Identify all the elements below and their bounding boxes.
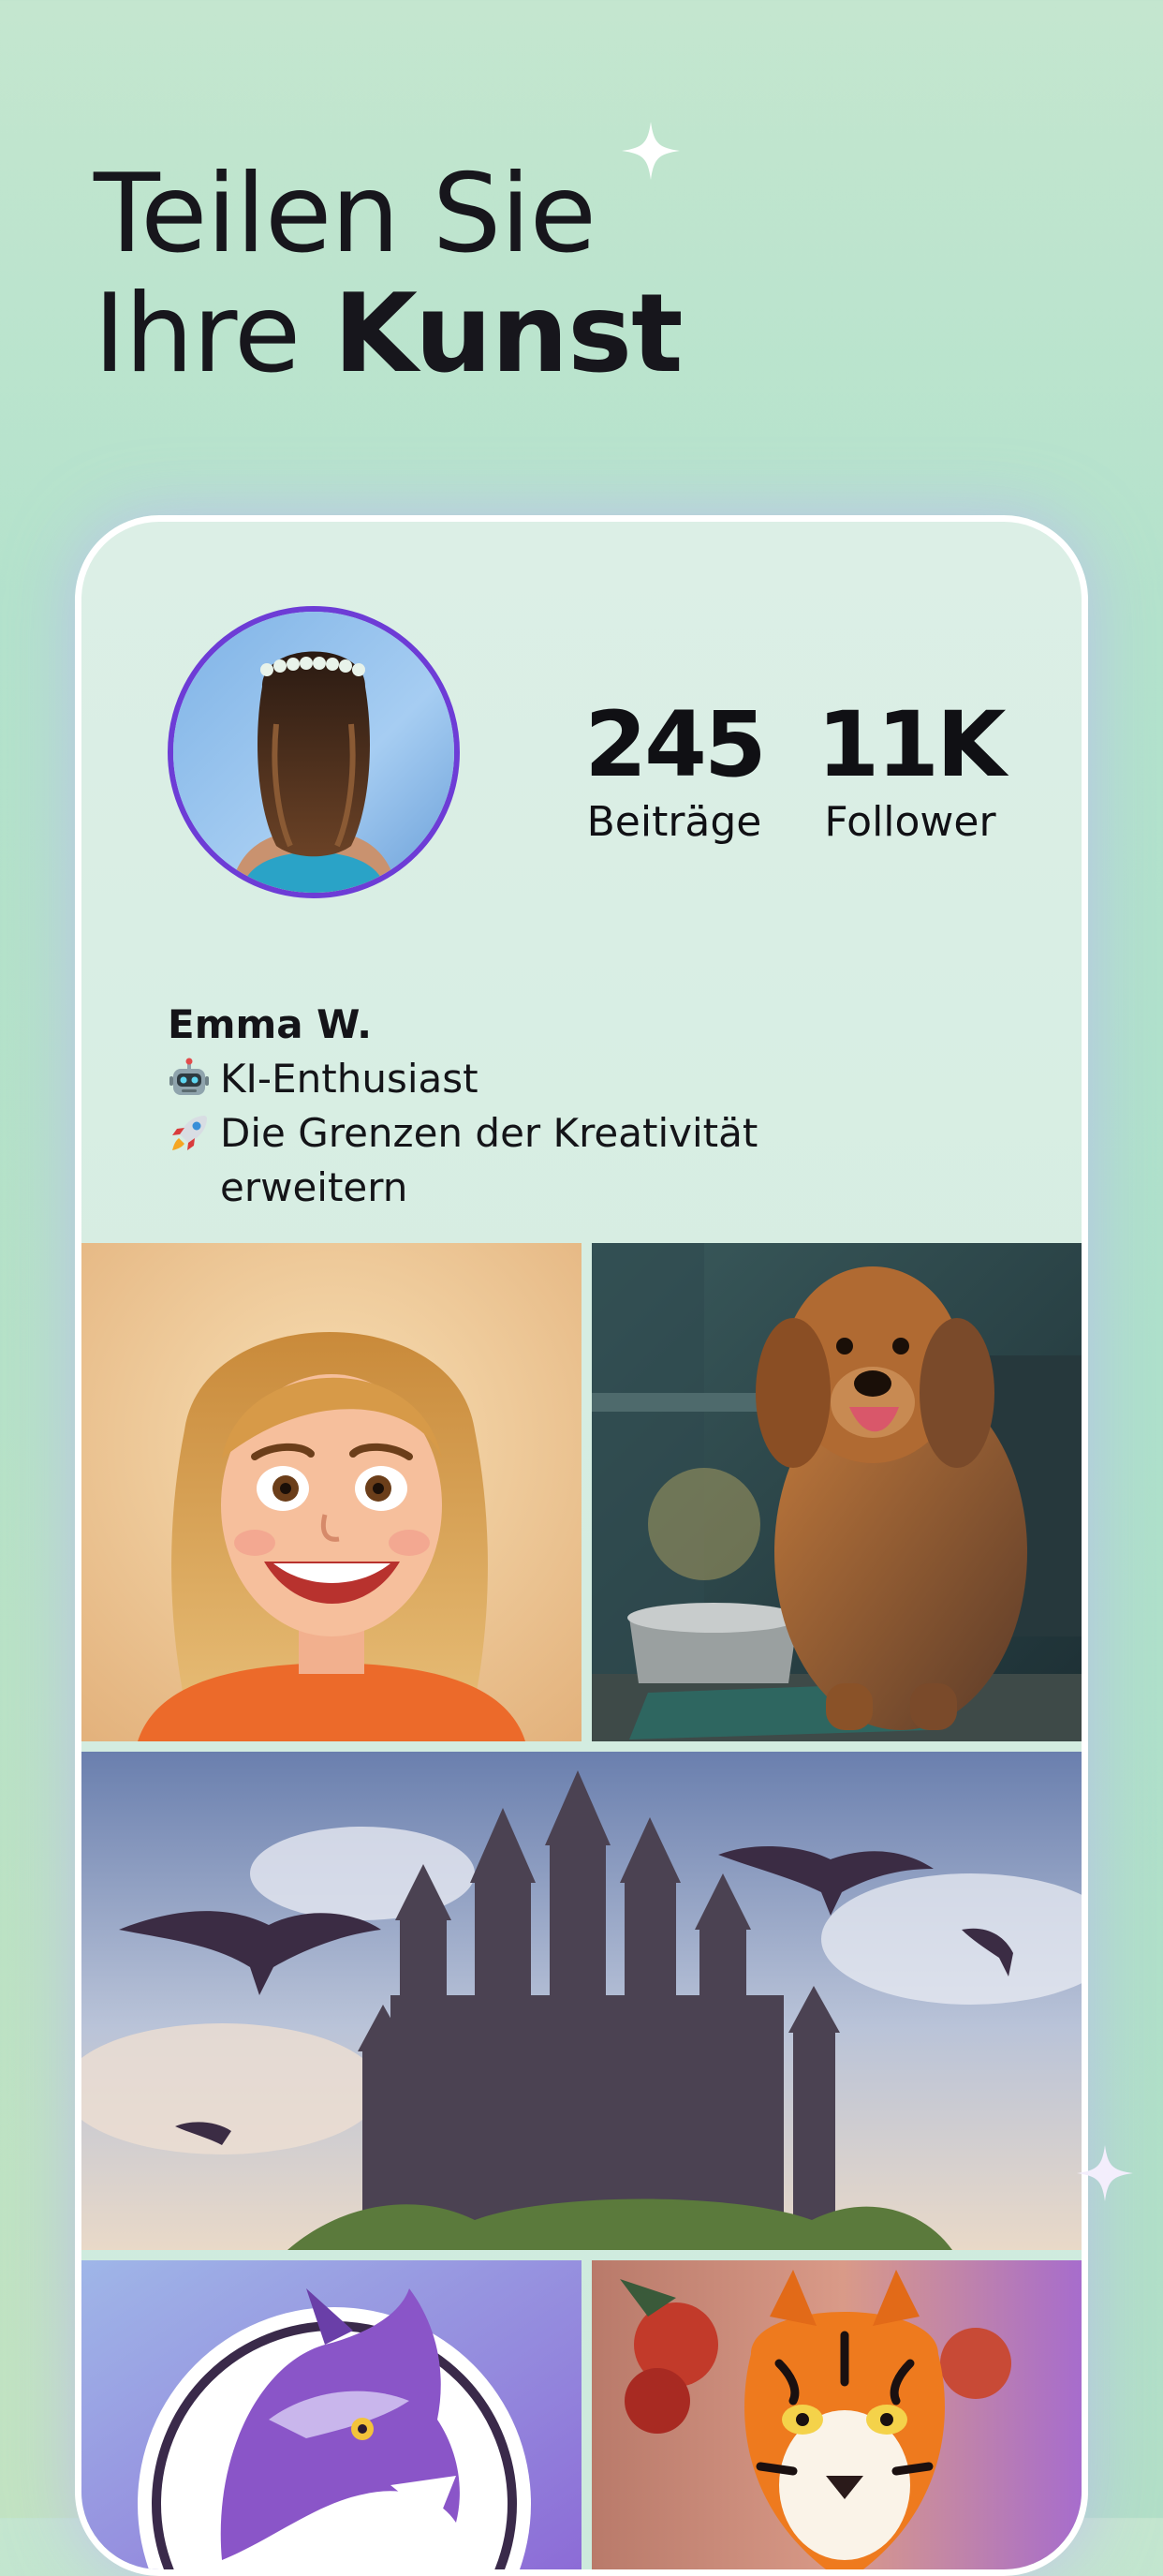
bio-line-1-text: KI-Enthusiast bbox=[220, 1056, 478, 1102]
profile-bio: Emma W. KI-Enthusiast Die Grenzen der Kr… bbox=[168, 998, 917, 1215]
wolf-logo-image bbox=[81, 2260, 582, 2569]
followers-label: Follower bbox=[824, 798, 996, 846]
gallery-item-tiger-tattoo[interactable] bbox=[592, 2260, 1082, 2569]
headline-line2-regular: Ihre bbox=[94, 271, 301, 397]
bio-line-2: Die Grenzen der Kreativität erweitern bbox=[168, 1106, 917, 1215]
posts-count: 245 bbox=[584, 692, 766, 797]
gallery-item-cartoon-portrait[interactable] bbox=[81, 1243, 582, 1741]
avatar-image bbox=[173, 612, 454, 893]
sparkle-icon bbox=[1077, 2145, 1133, 2201]
avatar[interactable] bbox=[168, 606, 460, 898]
tiger-tattoo-image bbox=[592, 2260, 1082, 2569]
bio-line-2-text: Die Grenzen der Kreativität erweitern bbox=[220, 1110, 758, 1210]
cartoon-woman-image bbox=[81, 1243, 582, 1741]
rocket-icon bbox=[172, 1116, 207, 1150]
gallery-item-wolf-logo[interactable] bbox=[81, 2260, 582, 2569]
posts-stat[interactable]: 245 Beiträge bbox=[567, 700, 782, 846]
dog-image bbox=[592, 1243, 1082, 1741]
profile-name: Emma W. bbox=[168, 1001, 373, 1047]
headline: Teilen Sie Ihre Kunst bbox=[94, 155, 684, 397]
gallery-item-dog[interactable] bbox=[592, 1243, 1082, 1741]
profile-card: 245 Beiträge 11K Follower Emma W. KI-Ent… bbox=[75, 515, 1088, 2576]
robot-icon bbox=[169, 1058, 209, 1095]
headline-line2-bold: Kunst bbox=[333, 271, 684, 397]
castle-image bbox=[81, 1752, 1082, 2250]
gallery-item-castle[interactable] bbox=[81, 1752, 1082, 2250]
headline-line1: Teilen Sie bbox=[94, 151, 596, 277]
followers-stat[interactable]: 11K Follower bbox=[802, 700, 1018, 846]
bio-line-1: KI-Enthusiast bbox=[168, 1052, 917, 1106]
followers-count: 11K bbox=[817, 692, 1007, 797]
posts-label: Beiträge bbox=[586, 798, 762, 846]
